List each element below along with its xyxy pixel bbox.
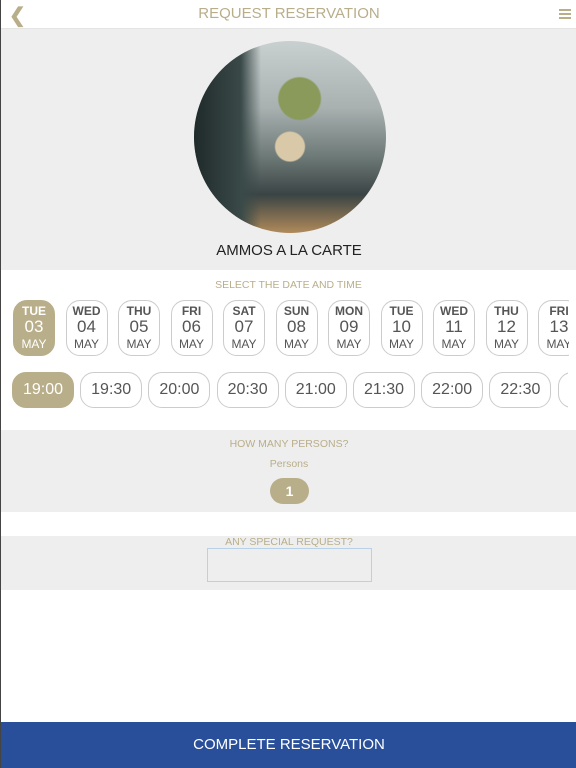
date-num: 07 [234, 317, 254, 336]
date-day: MON [335, 304, 363, 318]
date-day: WED [440, 304, 468, 318]
date-num: 09 [339, 317, 359, 336]
date-option[interactable]: SAT 07 MAY [223, 300, 265, 356]
date-day: FRI [549, 304, 569, 318]
date-day: THU [494, 304, 519, 318]
special-request-section: ANY SPECIAL REQUEST? [1, 536, 576, 590]
special-request-input[interactable] [207, 548, 372, 582]
date-num: 04 [77, 317, 96, 336]
restaurant-hero: AMMOS A LA CARTE [1, 29, 576, 270]
date-month: MAY [126, 337, 152, 351]
date-num: 05 [129, 317, 149, 336]
date-option[interactable]: TUE 03 MAY [13, 300, 55, 356]
date-num: 06 [182, 317, 201, 336]
date-picker: TUE 03 MAY WED 04 MAY THU 05 MAY FRI 06 MAY SAT 07 MAY… [13, 300, 569, 358]
hamburger-menu-icon[interactable] [559, 9, 571, 21]
date-day: WED [72, 304, 101, 318]
time-option[interactable]: 19:00 [12, 372, 74, 408]
date-month: MAY [283, 337, 310, 351]
date-option[interactable]: FRI 06 MAY [170, 300, 213, 356]
date-option[interactable]: FRI 13 MAY [538, 300, 569, 356]
date-month: MAY [493, 337, 520, 351]
date-day: SAT [232, 304, 256, 318]
date-num: 10 [392, 317, 411, 336]
time-option[interactable]: 20:30 [216, 372, 279, 408]
date-day: THU [126, 304, 152, 318]
persons-count-button[interactable]: 1 [270, 478, 309, 504]
persons-label: HOW MANY PERSONS? [229, 438, 349, 450]
date-month: MAY [388, 337, 415, 351]
date-num: 03 [24, 317, 44, 336]
date-month: MAY [21, 337, 47, 351]
date-num: 08 [287, 317, 306, 336]
time-option[interactable]: 19:30 [80, 372, 143, 408]
date-option[interactable]: MON 09 MAY [328, 300, 370, 356]
date-num: 11 [445, 317, 463, 336]
date-num: 13 [549, 317, 569, 336]
date-month: MAY [178, 337, 205, 351]
date-num: 12 [497, 317, 516, 336]
time-picker: 19:00 19:30 20:00 20:30 21:00 21:30 22:00 22:30 [12, 372, 568, 410]
date-option[interactable]: THU 12 MAY [485, 300, 528, 356]
persons-section: HOW MANY PERSONS? Persons 1 [1, 430, 576, 512]
date-month: MAY [231, 337, 257, 351]
date-month: MAY [336, 337, 362, 351]
time-option[interactable] [557, 372, 568, 408]
persons-sublabel: Persons [269, 458, 309, 470]
restaurant-name: AMMOS A LA CARTE [216, 242, 362, 259]
time-option[interactable]: 21:00 [284, 372, 347, 408]
date-day: FRI [181, 304, 202, 318]
header: ❮ REQUEST RESERVATION [1, 0, 576, 29]
date-option[interactable]: THU 05 MAY [118, 300, 160, 356]
date-month: MAY [441, 337, 467, 351]
time-option[interactable]: 22:00 [421, 372, 484, 408]
date-day: TUE [22, 304, 46, 318]
date-option[interactable]: TUE 10 MAY [380, 300, 423, 356]
complete-reservation-button[interactable]: COMPLETE RESERVATION [1, 722, 576, 768]
date-month: MAY [546, 337, 569, 351]
date-option[interactable]: WED 11 MAY [433, 300, 475, 356]
date-month: MAY [73, 337, 100, 351]
date-option[interactable]: WED 04 MAY [65, 300, 108, 356]
time-option[interactable]: 22:30 [489, 372, 552, 408]
date-day: TUE [389, 304, 414, 318]
date-option[interactable]: SUN 08 MAY [275, 300, 318, 356]
special-request-label: ANY SPECIAL REQUEST? [225, 536, 353, 548]
date-time-label: SELECT THE DATE AND TIME [215, 279, 362, 291]
time-option[interactable]: 21:30 [353, 372, 415, 408]
page-title: REQUEST RESERVATION [198, 5, 380, 22]
time-option[interactable]: 20:00 [148, 372, 211, 408]
date-day: SUN [283, 304, 310, 318]
restaurant-photo [194, 41, 386, 233]
